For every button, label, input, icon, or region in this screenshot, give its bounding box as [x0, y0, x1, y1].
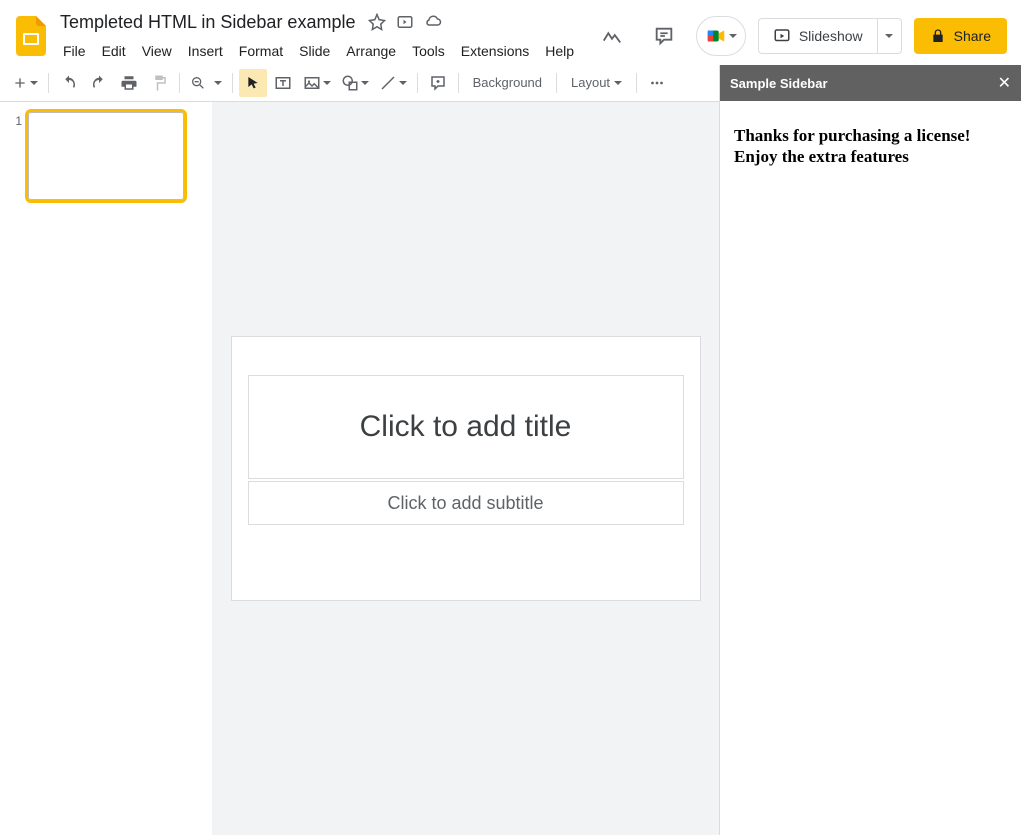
toolbar-separator [179, 73, 180, 93]
close-icon[interactable]: ✕ [998, 73, 1011, 93]
subtitle-placeholder-text: Click to add subtitle [387, 493, 543, 514]
sample-sidebar: Sample Sidebar ✕ Thanks for purchasing a… [719, 65, 1021, 835]
comments-icon[interactable] [644, 16, 684, 56]
sidebar-header: Sample Sidebar ✕ [720, 65, 1021, 101]
menu-file[interactable]: File [56, 41, 93, 61]
document-title[interactable]: Templeted HTML in Sidebar example [56, 10, 359, 35]
slide-number: 1 [12, 112, 28, 200]
slide-canvas[interactable]: Click to add title Click to add subtitle [231, 336, 701, 601]
chevron-down-icon [614, 81, 622, 85]
undo-button[interactable] [55, 69, 83, 97]
filmstrip[interactable]: 1 [0, 102, 212, 835]
menu-arrange[interactable]: Arrange [339, 41, 403, 61]
chevron-down-icon [361, 81, 369, 85]
sidebar-title: Sample Sidebar [730, 76, 828, 91]
star-icon[interactable] [367, 12, 387, 32]
cloud-status-icon[interactable] [423, 12, 443, 32]
toolbar-separator [48, 73, 49, 93]
menu-help[interactable]: Help [538, 41, 581, 61]
toolbar-separator [636, 73, 637, 93]
image-tool[interactable] [299, 69, 335, 97]
header-actions: Slideshow Share [592, 12, 1013, 56]
slideshow-group: Slideshow [758, 18, 902, 54]
background-button[interactable]: Background [465, 69, 550, 97]
slideshow-button[interactable]: Slideshow [759, 19, 877, 53]
menu-format[interactable]: Format [232, 41, 290, 61]
toolbar-separator [458, 73, 459, 93]
subtitle-placeholder-box[interactable]: Click to add subtitle [248, 481, 684, 525]
present-icon [773, 27, 791, 45]
textbox-tool[interactable] [269, 69, 297, 97]
select-tool[interactable] [239, 69, 267, 97]
zoom-button[interactable] [186, 69, 226, 97]
title-block: Templeted HTML in Sidebar example File E… [56, 4, 592, 64]
chevron-down-icon [729, 34, 737, 38]
share-button[interactable]: Share [914, 18, 1007, 54]
layout-button[interactable]: Layout [563, 69, 630, 97]
chevron-down-icon [885, 34, 893, 38]
menu-extensions[interactable]: Extensions [454, 41, 536, 61]
comment-tool[interactable] [424, 69, 452, 97]
menu-insert[interactable]: Insert [181, 41, 230, 61]
sidebar-body: Thanks for purchasing a license! Enjoy t… [720, 101, 1021, 192]
menu-edit[interactable]: Edit [95, 41, 133, 61]
meet-button[interactable] [696, 16, 746, 56]
lock-icon [930, 28, 946, 44]
chevron-down-icon [30, 81, 38, 85]
chevron-down-icon [214, 81, 222, 85]
redo-button[interactable] [85, 69, 113, 97]
shape-tool[interactable] [337, 69, 373, 97]
chevron-down-icon [399, 81, 407, 85]
paint-format-button[interactable] [145, 69, 173, 97]
move-icon[interactable] [395, 12, 415, 32]
share-label: Share [954, 28, 991, 44]
more-tools-button[interactable] [643, 69, 671, 97]
title-placeholder-box[interactable]: Click to add title [248, 375, 684, 479]
sidebar-message: Thanks for purchasing a license! Enjoy t… [734, 125, 1007, 168]
title-placeholder-text: Click to add title [360, 410, 572, 444]
menubar: File Edit View Insert Format Slide Arran… [56, 38, 592, 64]
slideshow-label: Slideshow [799, 28, 863, 44]
new-slide-button[interactable] [8, 69, 42, 97]
slide-thumbnail[interactable] [28, 112, 184, 200]
print-button[interactable] [115, 69, 143, 97]
line-tool[interactable] [375, 69, 411, 97]
canvas-area[interactable]: Click to add title Click to add subtitle [212, 102, 719, 835]
app-header: Templeted HTML in Sidebar example File E… [0, 0, 1021, 64]
menu-slide[interactable]: Slide [292, 41, 337, 61]
menu-tools[interactable]: Tools [405, 41, 452, 61]
toolbar-separator [556, 73, 557, 93]
slide-thumbnail-row[interactable]: 1 [0, 112, 212, 200]
slides-app-icon[interactable] [12, 16, 52, 56]
menu-view[interactable]: View [135, 41, 179, 61]
toolbar-separator [232, 73, 233, 93]
chevron-down-icon [323, 81, 331, 85]
layout-label: Layout [571, 75, 610, 90]
workspace: 1 Click to add title Click to add subtit… [0, 102, 719, 835]
activity-icon[interactable] [592, 16, 632, 56]
slideshow-dropdown[interactable] [877, 19, 901, 53]
toolbar-separator [417, 73, 418, 93]
